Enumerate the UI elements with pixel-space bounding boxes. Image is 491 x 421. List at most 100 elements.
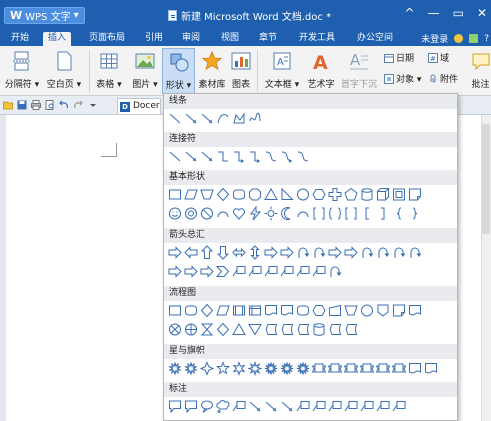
share-icon[interactable] (469, 34, 479, 43)
double-wave-shape-icon[interactable] (424, 361, 438, 376)
bevel-shape-icon[interactable] (392, 187, 406, 202)
tab-review[interactable]: 审阅 (177, 32, 205, 46)
line-callout4-shape-icon[interactable] (280, 399, 294, 414)
conn-straight-shape-icon[interactable] (168, 149, 182, 164)
skin-icon[interactable] (454, 34, 464, 43)
print-icon[interactable] (31, 100, 41, 110)
picture-button[interactable]: 图片 ▾ (129, 48, 161, 94)
line-shape-icon[interactable] (168, 111, 182, 126)
comment-button[interactable]: 批注 (470, 48, 491, 94)
sort-shape-icon[interactable] (216, 322, 230, 337)
tab-office-space[interactable]: 办公空间 (352, 32, 398, 46)
bent-arrow-shape-icon[interactable] (296, 245, 310, 260)
accent-callout1-shape-icon[interactable] (296, 399, 310, 414)
rounded-rect-callout-shape-icon[interactable] (184, 399, 198, 414)
material-library-button[interactable]: 素材库 (197, 48, 227, 94)
star24-shape-icon[interactable] (280, 361, 294, 376)
collapse-ribbon-icon[interactable]: ^ (405, 6, 415, 20)
notched-right-arrow-shape-icon[interactable] (184, 264, 198, 279)
rounded-rect-shape-icon[interactable] (232, 187, 246, 202)
punched-tape-shape-icon[interactable] (408, 303, 422, 318)
right-triangle-shape-icon[interactable] (280, 187, 294, 202)
tab-section[interactable]: 章节 (254, 32, 282, 46)
accent-callout2-shape-icon[interactable] (312, 399, 326, 414)
octagon-shape-icon[interactable] (248, 187, 262, 202)
star16-shape-icon[interactable] (264, 361, 278, 376)
left-right-arrow-callout-shape-icon[interactable] (296, 264, 310, 279)
double-arrow-line-shape-icon[interactable] (200, 111, 214, 126)
maximize-icon[interactable]: ▭ (453, 6, 464, 20)
page-break-button[interactable]: 分隔符 ▾ (4, 48, 40, 94)
tab-insert[interactable]: 插入 (43, 32, 72, 46)
bent-up-arrow-shape-icon[interactable] (344, 245, 358, 260)
document-shape-icon[interactable] (264, 303, 278, 318)
parallelogram-shape-icon[interactable] (184, 187, 198, 202)
ribbon-down-shape-icon[interactable] (328, 361, 342, 376)
cube-shape-icon[interactable] (376, 187, 390, 202)
delay-shape-icon[interactable] (280, 322, 294, 337)
down-arrow-callout-shape-icon[interactable] (280, 264, 294, 279)
stored-data-shape-icon[interactable] (264, 322, 278, 337)
diamond-shape-icon[interactable] (216, 187, 230, 202)
circular-arrow-shape-icon[interactable] (328, 264, 342, 279)
date-button[interactable]: 日期 (384, 51, 414, 64)
striped-right-arrow-shape-icon[interactable] (168, 264, 182, 279)
heart-shape-icon[interactable] (232, 206, 246, 221)
up-down-arrow-shape-icon[interactable] (248, 245, 262, 260)
accent-callout3-shape-icon[interactable] (328, 399, 342, 414)
block-arc-shape-icon[interactable] (216, 206, 230, 221)
rect-shape-icon[interactable] (168, 187, 182, 202)
close-icon[interactable]: ✕ (477, 6, 487, 20)
cloud-callout-shape-icon[interactable] (216, 399, 230, 414)
wordart-button[interactable]: A 艺术字 (305, 48, 337, 94)
internal-storage-shape-icon[interactable] (248, 303, 262, 318)
preparation-shape-icon[interactable] (312, 303, 326, 318)
open-folder-icon[interactable] (3, 100, 13, 110)
app-menu-button[interactable]: W WPS 文字 ▾ (4, 7, 85, 24)
scribble-shape-icon[interactable] (248, 111, 262, 126)
cross-shape-icon[interactable] (328, 187, 342, 202)
rect-callout-shape-icon[interactable] (168, 399, 182, 414)
up-arrow-callout-shape-icon[interactable] (264, 264, 278, 279)
star8-shape-icon[interactable] (248, 361, 262, 376)
no-symbol-shape-icon[interactable] (200, 206, 214, 221)
tab-page-layout[interactable]: 页面布局 (84, 32, 130, 46)
wave-shape-icon[interactable] (408, 361, 422, 376)
table-button[interactable]: 表格 ▾ (92, 48, 126, 94)
curved-up-arrow-shape-icon[interactable] (392, 245, 406, 260)
offpage-connector-shape-icon[interactable] (376, 303, 390, 318)
tab-developer[interactable]: 开发工具 (294, 32, 340, 46)
conn-double-shape-icon[interactable] (200, 149, 214, 164)
folded-corner-shape-icon[interactable] (408, 187, 422, 202)
chevron-shape-icon[interactable] (216, 264, 230, 279)
pentagon-arrow-shape-icon[interactable] (200, 264, 214, 279)
donut-shape-icon[interactable] (184, 206, 198, 221)
right-arrow-shape-icon[interactable] (168, 245, 182, 260)
summing-junction-shape-icon[interactable] (168, 322, 182, 337)
left-right-arrow-shape-icon[interactable] (232, 245, 246, 260)
decision-shape-icon[interactable] (200, 303, 214, 318)
print-preview-icon[interactable] (45, 100, 55, 110)
chart-button[interactable]: 图表 (229, 48, 253, 94)
left-bracket-shape-icon[interactable] (360, 206, 374, 221)
line-callout2-shape-icon[interactable] (248, 399, 262, 414)
manual-operation-shape-icon[interactable] (344, 303, 358, 318)
curved-double-shape-icon[interactable] (296, 149, 310, 164)
curved-ribbon-up-shape-icon[interactable] (344, 361, 358, 376)
login-link[interactable]: 未登录 (421, 32, 448, 45)
can-shape-icon[interactable] (360, 187, 374, 202)
star4-shape-icon[interactable] (200, 361, 214, 376)
curved-right-arrow-shape-icon[interactable] (360, 245, 374, 260)
moon-shape-icon[interactable] (280, 206, 294, 221)
quad-arrow-shape-icon[interactable] (264, 245, 278, 260)
line-callout1-shape-icon[interactable] (232, 399, 246, 414)
elbow-arrow-shape-icon[interactable] (232, 149, 246, 164)
magnetic-disk-shape-icon[interactable] (312, 322, 326, 337)
scrollbar-thumb[interactable] (482, 124, 490, 234)
field-button[interactable]: # 域 (428, 51, 449, 64)
card-shape-icon[interactable] (392, 303, 406, 318)
undo-icon[interactable] (59, 100, 69, 110)
freeform-shape-icon[interactable] (232, 111, 246, 126)
save-icon[interactable] (17, 100, 27, 110)
star6-shape-icon[interactable] (232, 361, 246, 376)
